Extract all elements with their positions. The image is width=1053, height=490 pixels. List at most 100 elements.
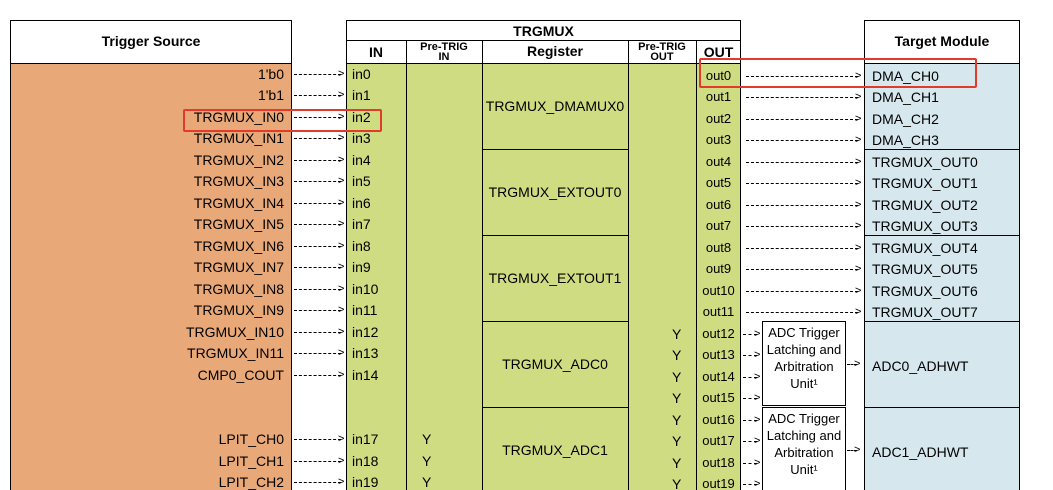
source-connector-line — [294, 288, 341, 290]
target-module-label: TRGMUX_OUT5 — [872, 261, 978, 278]
in-label: in14 — [352, 366, 379, 383]
out-label: out2 — [705, 110, 732, 126]
target-module-label: ADC1_ADHWT — [872, 444, 969, 460]
source-connector-arrow: > — [338, 67, 345, 80]
trigger-source-label: TRGMUX_IN4 — [193, 194, 284, 211]
source-connector-line — [294, 353, 341, 355]
latch-input-arrow: > — [754, 478, 761, 490]
source-connector-arrow: > — [338, 153, 345, 166]
pre-trig-out-flag: Y — [672, 390, 682, 407]
target-module-label: TRGMUX_OUT3 — [872, 218, 978, 235]
in-label: in0 — [352, 65, 371, 82]
out-label: out15 — [702, 390, 735, 406]
target-connector-line — [746, 226, 858, 228]
out-label: out18 — [702, 454, 735, 470]
trigger-source-label: 1'b0 — [257, 65, 284, 82]
trigger-source-label: TRGMUX_IN5 — [193, 216, 284, 233]
target-connector-line — [746, 161, 858, 163]
out-label: out13 — [702, 347, 735, 363]
source-connector-line — [294, 159, 341, 161]
out-label: out10 — [702, 282, 735, 298]
register-divider — [482, 235, 628, 236]
source-connector-line — [294, 331, 341, 333]
source-connector-arrow: > — [338, 282, 345, 295]
trigger-source-label: TRGMUX_IN6 — [193, 237, 284, 254]
target-connector-line — [746, 247, 858, 249]
in-label: in3 — [352, 130, 371, 147]
pre-trig-in-flag: Y — [422, 474, 432, 490]
target-connector-line — [746, 183, 858, 185]
out-label: out14 — [702, 368, 735, 384]
latch-input-arrow: > — [754, 435, 761, 448]
out-label: out16 — [702, 411, 735, 427]
source-connector-arrow: > — [338, 218, 345, 231]
out-label: out19 — [702, 476, 735, 490]
register-name: TRGMUX_DMAMUX0 — [485, 98, 625, 114]
in-label: in7 — [352, 216, 371, 233]
target-connector-line — [746, 269, 858, 271]
register-divider — [482, 149, 628, 150]
source-connector-line — [294, 245, 341, 247]
pre-trig-in-title: Pre-TRIG IN — [420, 41, 468, 63]
register-divider — [482, 321, 628, 322]
latch-input-arrow: > — [754, 413, 761, 426]
latch-input-arrow: > — [754, 456, 761, 469]
trgmux-title: TRGMUX — [513, 23, 574, 39]
trigger-source-label: TRGMUX_IN8 — [193, 280, 284, 297]
target-module-label: ADC0_ADHWT — [872, 358, 969, 374]
register-name: TRGMUX_ADC1 — [502, 442, 608, 458]
target-connector-arrow: > — [855, 134, 862, 147]
target-connector-arrow: > — [855, 284, 862, 297]
target-connector-arrow: > — [855, 241, 862, 254]
in-label: in17 — [352, 431, 379, 448]
register-name: TRGMUX_EXTOUT0 — [488, 184, 622, 200]
target-connector-line — [746, 118, 858, 120]
trigger-source-label: CMP0_COUT — [197, 366, 284, 383]
adc-latching-unit: ADC Trigger Latching and Arbitration Uni… — [762, 321, 846, 406]
target-connector-line — [746, 97, 858, 99]
pre-trig-out-flag: Y — [672, 368, 682, 385]
pre-trig-out-flag: Y — [672, 347, 682, 364]
register-column-title: Register — [526, 43, 584, 59]
out-label: out5 — [705, 175, 732, 191]
trigger-source-title: Trigger Source — [101, 33, 201, 49]
source-connector-arrow: > — [338, 304, 345, 317]
in-label: in4 — [352, 151, 371, 168]
out-label: out3 — [705, 132, 732, 148]
trigger-source-label: TRGMUX_IN11 — [187, 345, 284, 362]
source-connector-line — [294, 374, 341, 376]
trigger-source-label: TRGMUX_IN3 — [193, 173, 284, 190]
latch-input-arrow: > — [754, 370, 761, 383]
target-group-divider — [864, 149, 1020, 150]
target-connector-arrow: > — [855, 91, 862, 104]
target-module-label: DMA_CH2 — [872, 110, 939, 127]
pre-trig-in-flag: Y — [422, 452, 432, 469]
highlight-out0-dma-ch0 — [699, 58, 977, 88]
source-connector-line — [294, 267, 341, 269]
latch-output-arrow: > — [854, 443, 861, 456]
source-connector-arrow: > — [338, 325, 345, 338]
target-module-label: TRGMUX_OUT2 — [872, 196, 978, 213]
target-module-label: TRGMUX_OUT0 — [872, 153, 978, 170]
source-connector-line — [294, 73, 341, 75]
source-connector-arrow: > — [338, 368, 345, 381]
source-connector-arrow: > — [338, 476, 345, 489]
pre-trig-out-flag: Y — [672, 411, 682, 428]
target-group-divider — [864, 321, 1020, 322]
trigger-source-label: LPIT_CH1 — [218, 452, 284, 469]
latch-input-arrow: > — [754, 327, 761, 340]
trigger-source-label: TRGMUX_IN10 — [185, 323, 284, 340]
source-connector-arrow: > — [338, 454, 345, 467]
source-connector-line — [294, 439, 341, 441]
target-module-label: TRGMUX_OUT6 — [872, 282, 978, 299]
source-connector-line — [294, 95, 341, 97]
source-connector-line — [294, 224, 341, 226]
target-module-label: TRGMUX_OUT4 — [872, 239, 978, 256]
trigger-source-label: 1'b1 — [257, 87, 284, 104]
target-group-divider — [864, 407, 1020, 408]
latch-input-arrow: > — [754, 349, 761, 362]
target-connector-arrow: > — [855, 155, 862, 168]
pre-trig-in-flag: Y — [422, 431, 432, 448]
target-group-divider — [864, 235, 1020, 236]
in-label: in10 — [352, 280, 379, 297]
